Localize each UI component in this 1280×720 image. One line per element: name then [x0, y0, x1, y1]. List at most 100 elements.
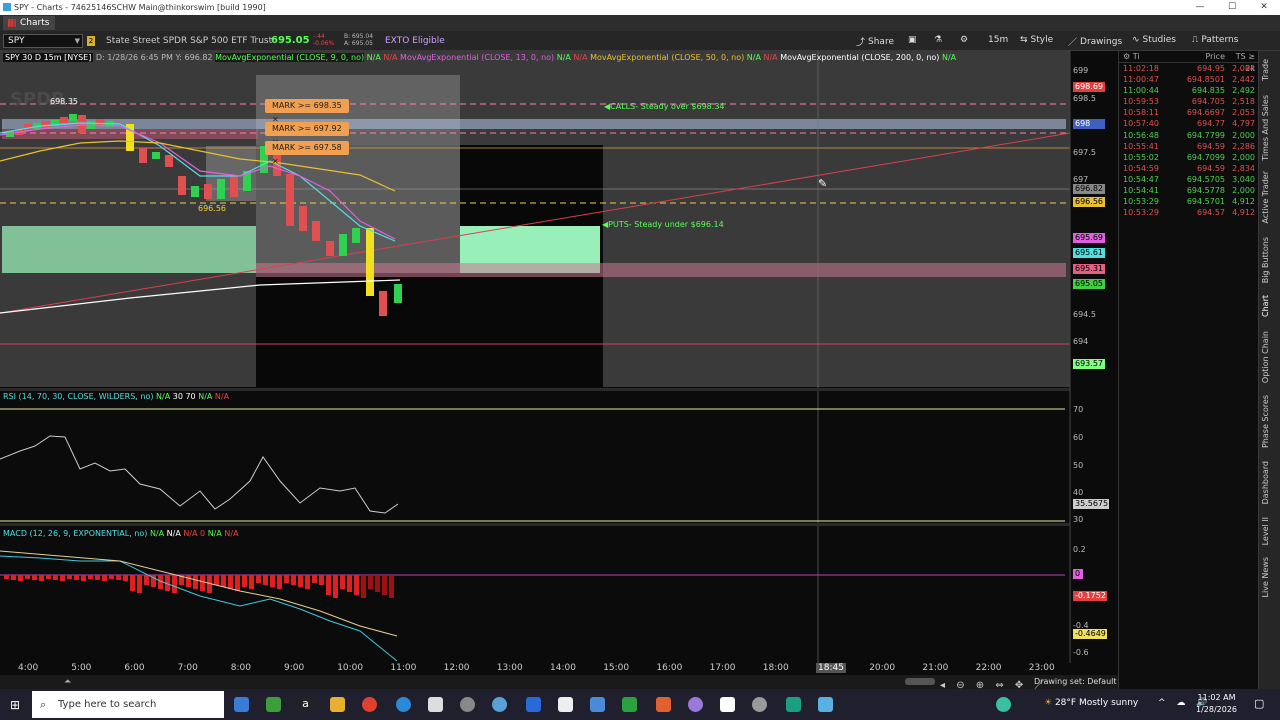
share-button[interactable]: ⤴ Share [856, 35, 894, 49]
times-sales-row[interactable]: 10:58:11 694.6697 2,053 [1119, 107, 1258, 118]
macd-signal-tag: -0.4649 [1073, 629, 1107, 639]
style-button[interactable]: ⇆ Style [1020, 35, 1053, 45]
sidebar-tab-trade[interactable]: Trade [1261, 59, 1270, 81]
time-axis-label: 15:00 [603, 663, 630, 673]
patterns-button[interactable]: ⎍ Patterns [1192, 35, 1238, 45]
taskbar-search-input[interactable]: ⌕ Type here to search [32, 691, 224, 718]
drawing-set-label[interactable]: Drawing set: Default [1034, 677, 1117, 686]
times-sales-row[interactable]: 11:02:18 694.95 2,084 [1119, 63, 1258, 74]
times-sales-time: 10:57:40 [1123, 119, 1159, 129]
app-icon[interactable] [656, 697, 671, 712]
chevron-down-icon[interactable]: ▼ [75, 35, 80, 47]
app-icon[interactable] [590, 697, 605, 712]
gear-icon[interactable]: ⚙ [960, 35, 968, 45]
app-icon[interactable] [996, 697, 1011, 712]
puts-note[interactable]: ◀PUTS- Steady under $696.14 [602, 220, 724, 229]
symbol-input[interactable]: SPY ▼ [3, 34, 83, 48]
chart-area[interactable]: SPY 30 D 15m [NYSE] D: 1/28/26 6:45 PM Y… [0, 51, 1118, 689]
file-explorer-icon[interactable] [330, 697, 345, 712]
calls-note[interactable]: ◀CALLS- Steady over $698.34 [604, 102, 725, 111]
windows-start-icon[interactable]: ⊞ [10, 698, 20, 712]
chart-canvas[interactable] [0, 51, 1118, 689]
store-icon[interactable] [428, 697, 443, 712]
sidebar-tab-times-sales[interactable]: Times And Sales [1261, 95, 1270, 161]
mark-alert-1[interactable]: MARK >= 698.35 ✕ [265, 99, 349, 124]
times-sales-row[interactable]: 10:54:47 694.5705 3,040 [1119, 174, 1258, 185]
app-icon[interactable] [818, 697, 833, 712]
macd-label[interactable]: MACD (12, 26, 9, EXPONENTIAL, no) [3, 529, 147, 538]
times-sales-row[interactable]: 10:53:29 694.57 4,912 [1119, 207, 1258, 218]
drawings-button[interactable]: ／ Drawings [1068, 35, 1122, 49]
candle [312, 221, 320, 241]
sidebar-tab-live-news[interactable]: Live News [1261, 557, 1270, 598]
search-placeholder: Type here to search [58, 699, 157, 710]
sidebar-tab-option-chain[interactable]: Option Chain [1261, 331, 1270, 383]
sidebar-tab-chart[interactable]: Chart [1261, 295, 1270, 317]
ema200-label[interactable]: MovAvgExponential (CLOSE, 200, 0, no) [780, 53, 939, 62]
sidebar-tab-active-trader[interactable]: Active Trader [1261, 171, 1270, 223]
price-tag: 698 [1073, 119, 1105, 129]
price-column-header[interactable]: Price [1167, 51, 1225, 62]
times-sales-row[interactable]: 10:55:02 694.7099 2,000 [1119, 152, 1258, 163]
sidebar-tab-level-ii[interactable]: Level II [1261, 517, 1270, 545]
link-group-icon[interactable]: 2 [87, 36, 95, 46]
app-icon[interactable] [720, 697, 735, 712]
ema13-label[interactable]: MovAvgExponential (CLOSE, 13, 0, no) [400, 53, 554, 62]
time-axis-label: 6:00 [124, 663, 145, 673]
app-icon[interactable] [786, 697, 801, 712]
times-sales-row[interactable]: 10:54:59 694.59 2,834 [1119, 163, 1258, 174]
minimize-button[interactable]: — [1184, 0, 1216, 15]
maximize-button[interactable]: ☐ [1216, 0, 1248, 15]
times-sales-row[interactable]: 10:57:40 694.77 4,797 [1119, 118, 1258, 129]
app-icon[interactable] [460, 697, 475, 712]
collapse-icon[interactable]: ⏶ [64, 677, 71, 687]
time-axis-label: 5:00 [71, 663, 92, 673]
times-sales-row[interactable]: 10:56:48 694.7799 2,000 [1119, 130, 1258, 141]
app-icon[interactable] [492, 697, 507, 712]
weather-widget[interactable]: ☀ 28°F Mostly sunny [1044, 698, 1138, 708]
times-sales-row[interactable]: 11:00:44 694.835 2,492 [1119, 85, 1258, 96]
notepad-icon[interactable] [558, 697, 573, 712]
amazon-icon[interactable]: a [298, 697, 313, 712]
studies-button[interactable]: ∿ Studies [1132, 35, 1176, 45]
mark-alert-3[interactable]: MARK >= 697.58 ✕ [265, 141, 349, 166]
xbox-icon[interactable] [266, 697, 281, 712]
app-icon[interactable] [526, 697, 541, 712]
close-button[interactable]: ✕ [1248, 0, 1280, 15]
times-sales-row[interactable]: 10:59:53 694.705 2,518 [1119, 96, 1258, 107]
ema50-label[interactable]: MovAvgExponential (CLOSE, 50, 0, no) [590, 53, 744, 62]
settings-icon[interactable] [752, 697, 767, 712]
ema9-label[interactable]: MovAvgExponential (CLOSE, 9, 0, no) [215, 53, 365, 62]
scrollbar-handle[interactable] [905, 678, 935, 685]
times-sales-row[interactable]: 11:00:47 694.8501 2,442 [1119, 74, 1258, 85]
copilot-icon[interactable] [234, 697, 249, 712]
edge-icon[interactable] [396, 697, 411, 712]
sidebar-tab-dashboard[interactable]: Dashboard [1261, 461, 1270, 504]
notification-icon[interactable]: ▢ [1254, 697, 1264, 710]
times-sales-row[interactable]: 10:55:41 694.59 2,286 [1119, 141, 1258, 152]
price-axis-label: 694.5 [1073, 310, 1096, 319]
macd-bar [375, 575, 380, 592]
settings-icon[interactable]: ⚙ Ti [1119, 51, 1167, 62]
macd-bar [312, 575, 317, 583]
mark-alert-2[interactable]: MARK >= 697.92 ✕ [265, 122, 349, 147]
price-tag: 698.69 [1073, 82, 1105, 92]
times-sales-time: 11:02:18 [1123, 64, 1159, 73]
flask-icon[interactable]: ⚗ [934, 35, 942, 45]
chart-symbol-label[interactable]: SPY 30 D 15m [NYSE] [3, 53, 94, 62]
taskbar-clock[interactable]: 11:02 AM 1/28/2026 [1196, 692, 1237, 716]
tab-charts[interactable]: Charts [3, 16, 55, 30]
layout-icon[interactable]: ▣ [908, 35, 917, 45]
rsi-label[interactable]: RSI (14, 70, 30, CLOSE, WILDERS, no) [3, 392, 153, 401]
macd-bar [102, 575, 107, 581]
chrome-icon[interactable] [362, 697, 377, 712]
sidebar-tab-phase-scores[interactable]: Phase Scores [1261, 395, 1270, 448]
times-sales-row[interactable]: 10:53:29 694.5701 4,912 [1119, 196, 1258, 207]
times-sales-size: 2,000 [1232, 152, 1255, 162]
app-icon[interactable] [688, 697, 703, 712]
times-sales-row[interactable]: 10:54:41 694.5778 2,000 [1119, 185, 1258, 196]
timeframe-button[interactable]: 15m [988, 35, 1008, 45]
sidebar-tab-big-buttons[interactable]: Big Buttons [1261, 237, 1270, 283]
size-column-header[interactable]: TS ≥ 2k [1225, 51, 1255, 73]
thinkorswim-icon[interactable] [622, 697, 637, 712]
